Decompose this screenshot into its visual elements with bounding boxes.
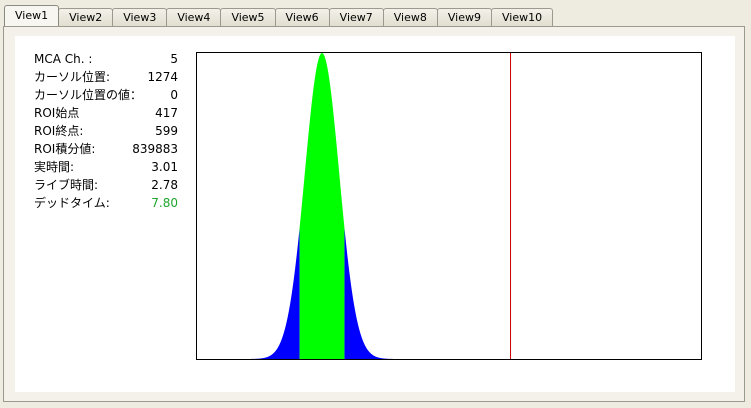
stat-label: ROI終点: (34, 124, 84, 138)
stat-row: デッドタイム: 7.80 (34, 194, 178, 212)
stat-row: ライブ時間: 2.78 (34, 176, 178, 194)
stat-label: 実時間: (34, 160, 75, 174)
tab-view10[interactable]: View10 (490, 8, 554, 26)
tab-view4[interactable]: View4 (166, 8, 222, 26)
stat-value: 839883 (132, 142, 178, 156)
stat-value: 2.78 (151, 178, 178, 192)
stat-label: MCA Ch. : (34, 52, 93, 66)
spectrum-plot[interactable] (196, 52, 702, 360)
stat-label: ROI積分値: (34, 142, 96, 156)
stat-row: ROI積分値: 839883 (34, 140, 178, 158)
tab-view6[interactable]: View6 (274, 8, 330, 26)
tab-bar: View1 View2 View3 View4 View5 View6 View7 View8… (4, 5, 554, 26)
tab-view5[interactable]: View5 (220, 8, 276, 26)
stat-row: カーソル位置: 1274 (34, 68, 178, 86)
tab-view8[interactable]: View8 (382, 8, 438, 26)
stat-value: 5 (170, 52, 178, 66)
stat-value: 0 (170, 88, 178, 102)
stat-row: カーソル位置の値： 0 (34, 86, 178, 104)
stat-row: ROI終点: 599 (34, 122, 178, 140)
spectrum-left-area (235, 227, 300, 359)
spectrum-right-area (344, 227, 409, 359)
stat-value: 3.01 (151, 160, 178, 174)
roi-area (299, 53, 345, 359)
stat-label: ライブ時間: (34, 178, 99, 192)
tab-view1[interactable]: View1 (4, 5, 60, 26)
stats-panel: MCA Ch. :5 カーソル位置: 1274 カーソル位置の値： 0 ROI始点 417 R… (34, 50, 178, 212)
stat-label: ROI始点 (34, 106, 80, 120)
stat-label: カーソル位置の値： (34, 88, 143, 102)
stat-value: 417 (155, 106, 178, 120)
tab-view7[interactable]: View7 (328, 8, 384, 26)
stat-label: デッドタイム: (34, 196, 110, 210)
view-panel: MCA Ch. :5 カーソル位置: 1274 カーソル位置の値： 0 ROI始点 417 R… (3, 26, 745, 402)
stat-value: 1274 (147, 70, 178, 84)
stat-row: 実時間: 3.01 (34, 158, 178, 176)
stat-row: MCA Ch. : 5 (34, 50, 178, 68)
tab-view9[interactable]: View9 (436, 8, 492, 26)
tab-view2[interactable]: View2 (58, 8, 114, 26)
tab-view3[interactable]: View3 (112, 8, 168, 26)
view-content: MCA Ch. :5 カーソル位置: 1274 カーソル位置の値： 0 ROI始点 417 R… (15, 36, 735, 392)
stat-value: 599 (155, 124, 178, 138)
stat-value: 7.80 (151, 196, 178, 210)
stat-row: ROI始点 417 (34, 104, 178, 122)
stat-label: カーソル位置: (34, 70, 111, 84)
spectrum-svg (235, 53, 512, 359)
